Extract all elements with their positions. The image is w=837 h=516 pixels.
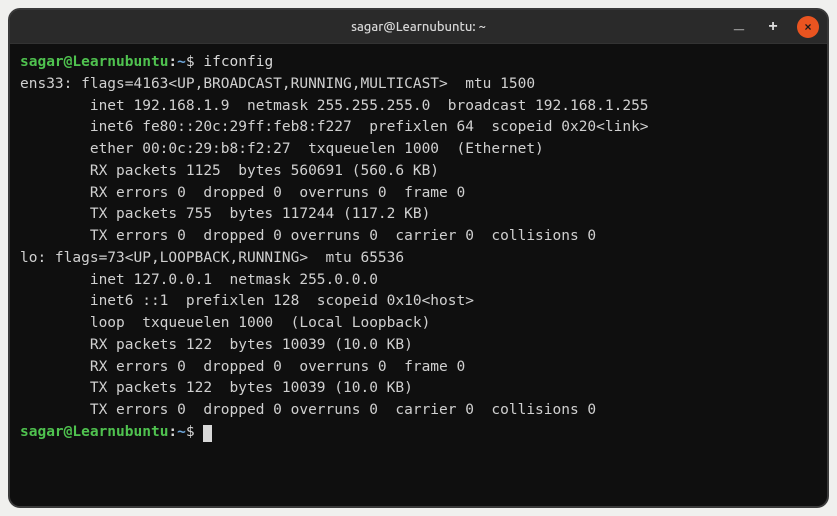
output-line: TX errors 0 dropped 0 overruns 0 carrier…: [20, 400, 817, 422]
prompt-user: sagar: [20, 54, 64, 70]
window-controls: _ + ×: [729, 16, 819, 38]
output-line: inet 127.0.0.1 netmask 255.0.0.0: [20, 270, 817, 292]
window-title: sagar@Learnubuntu: ~: [351, 20, 486, 34]
output-line: TX packets 755 bytes 117244 (117.2 KB): [20, 204, 817, 226]
output-line: RX packets 1125 bytes 560691 (560.6 KB): [20, 161, 817, 183]
cursor: [203, 425, 212, 442]
output-line: inet6 fe80::20c:29ff:feb8:f227 prefixlen…: [20, 117, 817, 139]
terminal-window: sagar@Learnubuntu: ~ _ + × sagar@Learnub…: [8, 8, 829, 508]
prompt-colon: :: [168, 54, 177, 70]
prompt-dollar: $: [186, 54, 195, 70]
close-button[interactable]: ×: [797, 16, 819, 38]
output-line: RX errors 0 dropped 0 overruns 0 frame 0: [20, 183, 817, 205]
titlebar[interactable]: sagar@Learnubuntu: ~ _ + ×: [10, 10, 827, 44]
output-line: loop txqueuelen 1000 (Local Loopback): [20, 313, 817, 335]
prompt-dollar: $: [186, 424, 195, 440]
minimize-button[interactable]: _: [729, 13, 749, 33]
output-line: inet6 ::1 prefixlen 128 scopeid 0x10<hos…: [20, 291, 817, 313]
output-line: TX errors 0 dropped 0 overruns 0 carrier…: [20, 226, 817, 248]
command-text: ifconfig: [203, 54, 273, 70]
prompt-colon: :: [168, 424, 177, 440]
prompt-path: ~: [177, 54, 186, 70]
prompt-host: Learnubuntu: [72, 54, 168, 70]
maximize-button[interactable]: +: [763, 17, 783, 37]
output-line: lo: flags=73<UP,LOOPBACK,RUNNING> mtu 65…: [20, 248, 817, 270]
output-line: inet 192.168.1.9 netmask 255.255.255.0 b…: [20, 96, 817, 118]
prompt-user: sagar: [20, 424, 64, 440]
prompt-path: ~: [177, 424, 186, 440]
output-line: TX packets 122 bytes 10039 (10.0 KB): [20, 378, 817, 400]
output-line: ether 00:0c:29:b8:f2:27 txqueuelen 1000 …: [20, 139, 817, 161]
output-line: RX packets 122 bytes 10039 (10.0 KB): [20, 335, 817, 357]
prompt-line-1: sagar@Learnubuntu:~$ ifconfig: [20, 52, 817, 74]
prompt-line-2: sagar@Learnubuntu:~$: [20, 422, 817, 444]
output-line: RX errors 0 dropped 0 overruns 0 frame 0: [20, 357, 817, 379]
command-output: ens33: flags=4163<UP,BROADCAST,RUNNING,M…: [20, 74, 817, 422]
terminal-viewport[interactable]: sagar@Learnubuntu:~$ ifconfigens33: flag…: [10, 44, 827, 506]
prompt-host: Learnubuntu: [72, 424, 168, 440]
output-line: ens33: flags=4163<UP,BROADCAST,RUNNING,M…: [20, 74, 817, 96]
